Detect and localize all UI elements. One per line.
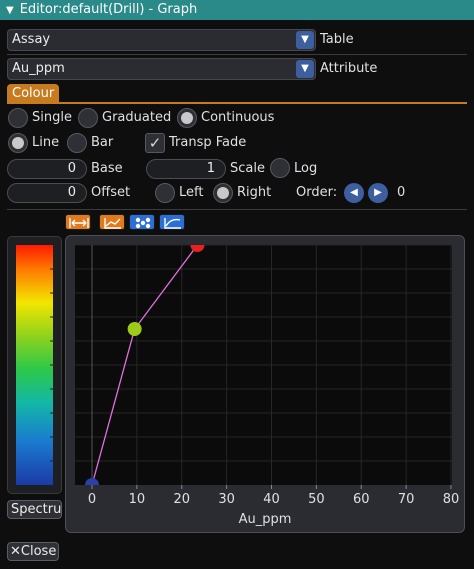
radio-right[interactable] (213, 183, 233, 203)
x-tick-label: 80 (443, 492, 460, 507)
colormap-button-label: Spectrum (11, 502, 62, 517)
radio-left-label: Left (179, 185, 204, 200)
radio-bar[interactable] (67, 133, 87, 153)
tab-underline (7, 102, 467, 104)
x-tick-label: 30 (218, 492, 235, 507)
transp-fade-checkbox[interactable]: ✓ (145, 133, 165, 153)
close-button[interactable]: ✕Close (7, 542, 59, 561)
radio-line-label: Line (32, 135, 60, 150)
log-label: Log (294, 161, 318, 176)
data-point (85, 478, 99, 485)
points-icon[interactable] (129, 214, 155, 230)
order-prev-button[interactable]: ◀ (344, 183, 364, 203)
log-toggle[interactable] (270, 158, 290, 178)
window-title: Editor:default(Drill) - Graph (19, 2, 198, 17)
data-point (190, 245, 205, 252)
arrow-right-icon: ▶ (374, 187, 382, 198)
colorbar (16, 245, 53, 485)
attribute-combo[interactable]: Au_ppm ▼ (7, 58, 316, 80)
x-tick-label: 10 (129, 492, 146, 507)
tab-colour[interactable]: Colour (7, 84, 60, 103)
divider (7, 209, 467, 210)
tab-label: Colour (12, 86, 55, 101)
radio-single[interactable] (8, 108, 28, 128)
x-tick-label: 60 (353, 492, 370, 507)
radio-graduated[interactable] (78, 108, 98, 128)
color-ramp-chart[interactable]: 0 10 20 30 40 50 60 70 80 Au_ppm (65, 235, 465, 533)
arrow-left-icon: ◀ (350, 187, 358, 198)
points-icon-graphic (135, 217, 151, 229)
close-button-label: Close (20, 544, 57, 559)
attribute-combo-value: Au_ppm (12, 61, 65, 76)
x-tick-label: 20 (173, 492, 190, 507)
attribute-label: Attribute (320, 61, 378, 76)
radio-right-label: Right (237, 185, 272, 200)
scale-input[interactable]: 1 (146, 159, 226, 179)
colormap-button[interactable]: Spectrum (7, 500, 62, 519)
transp-fade-label: Transp Fade (169, 135, 247, 150)
collapse-triangle-icon[interactable]: ▼ (6, 1, 14, 21)
x-axis-label: Au_ppm (239, 512, 292, 527)
table-combo[interactable]: Assay ▼ (7, 29, 316, 51)
order-value: 0 (397, 185, 406, 200)
colorbar-ticks (50, 268, 55, 462)
window-titlebar[interactable]: ▼ Editor:default(Drill) - Graph (0, 0, 474, 20)
radio-left[interactable] (155, 183, 175, 203)
x-tick-label: 40 (263, 492, 280, 507)
radio-bar-label: Bar (91, 135, 114, 150)
order-label: Order: (296, 185, 338, 200)
fit-horizontal-icon[interactable] (65, 214, 91, 230)
order-next-button[interactable]: ▶ (368, 183, 388, 203)
x-tick-label: 70 (398, 492, 415, 507)
fit-horizontal-icon-graphic (69, 218, 89, 228)
chevron-down-icon[interactable]: ▼ (296, 60, 314, 78)
chevron-down-icon[interactable]: ▼ (296, 31, 314, 49)
curve-icon-graphic (164, 218, 181, 229)
x-tick-label: 0 (88, 492, 96, 507)
table-label: Table (320, 32, 354, 47)
curve-icon[interactable] (159, 214, 185, 230)
checkmark-icon: ✓ (148, 134, 162, 152)
base-input[interactable]: 0 (7, 159, 87, 179)
divider (7, 54, 467, 55)
line-graph-icon[interactable] (99, 214, 125, 230)
scale-label: Scale (230, 161, 265, 176)
offset-input[interactable]: 0 (7, 183, 87, 203)
x-tick-label: 50 (308, 492, 325, 507)
offset-label: Offset (91, 185, 131, 200)
radio-single-label: Single (32, 110, 72, 125)
radio-continuous-label: Continuous (201, 110, 275, 125)
radio-continuous[interactable] (177, 108, 197, 128)
line-graph-icon-graphic (104, 218, 121, 229)
close-icon: ✕ (10, 544, 21, 559)
radio-graduated-label: Graduated (102, 110, 172, 125)
radio-line[interactable] (8, 133, 28, 153)
table-combo-value: Assay (12, 32, 51, 47)
base-label: Base (91, 161, 123, 176)
data-point (127, 322, 142, 336)
